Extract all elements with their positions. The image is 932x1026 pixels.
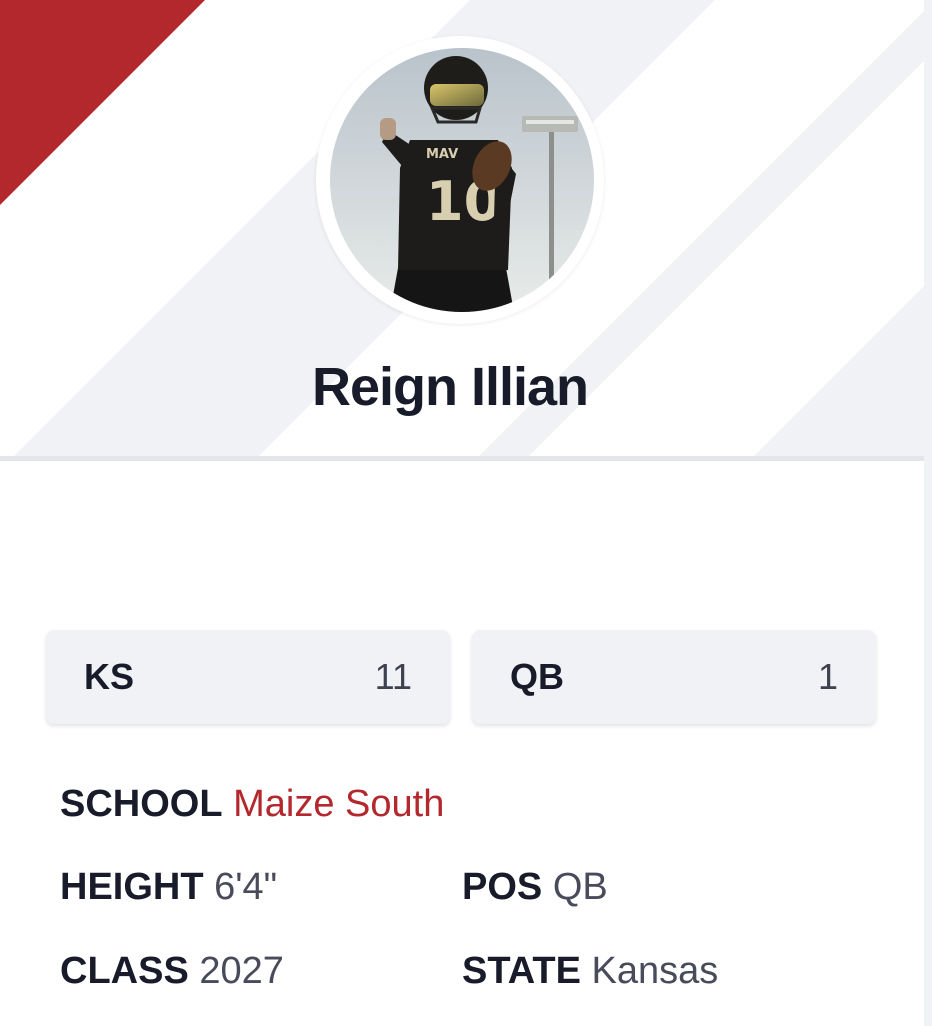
player-name: Reign Illian bbox=[311, 357, 589, 417]
pos-row: POS QB bbox=[462, 866, 608, 909]
header-divider bbox=[0, 456, 924, 461]
state-label: STATE bbox=[462, 950, 581, 992]
school-link[interactable]: Maize South bbox=[233, 783, 444, 825]
profile-header: 10 MAV Reign Illian bbox=[0, 0, 924, 456]
svg-text:MAV: MAV bbox=[426, 147, 458, 162]
height-row: HEIGHT 6'4" bbox=[60, 866, 277, 909]
position-rank-label: QB bbox=[510, 656, 564, 697]
school-row: SCHOOL Maize South bbox=[60, 783, 444, 826]
position-rank-value: 1 bbox=[817, 656, 838, 697]
class-value: 2027 bbox=[199, 950, 284, 992]
height-value: 6'4" bbox=[214, 866, 278, 908]
state-rank-value: 11 bbox=[374, 656, 412, 697]
player-photo: 10 MAV bbox=[330, 48, 594, 312]
position-rank-card[interactable]: QB 1 bbox=[472, 630, 876, 724]
state-rank-label: KS bbox=[84, 656, 135, 697]
class-label: CLASS bbox=[60, 950, 189, 992]
pos-value: QB bbox=[552, 866, 608, 908]
page-edge bbox=[924, 0, 932, 1026]
class-row: CLASS 2027 bbox=[60, 950, 284, 993]
pos-label: POS bbox=[462, 866, 543, 908]
height-label: HEIGHT bbox=[60, 866, 204, 908]
state-rank-card[interactable]: KS 11 bbox=[46, 630, 450, 724]
school-label: SCHOOL bbox=[60, 783, 223, 825]
state-value: Kansas bbox=[591, 950, 719, 992]
state-row: STATE Kansas bbox=[462, 950, 718, 993]
avatar[interactable]: 10 MAV bbox=[330, 48, 594, 312]
